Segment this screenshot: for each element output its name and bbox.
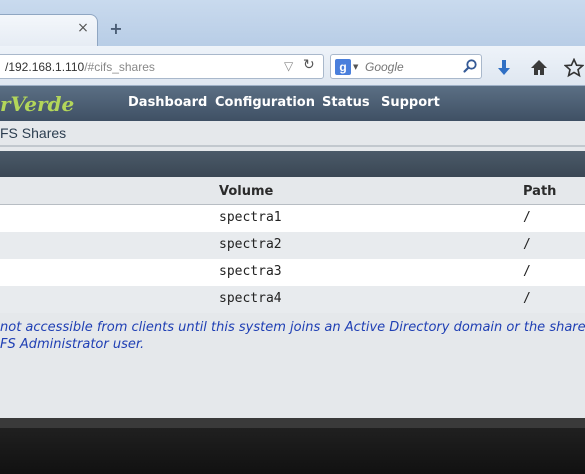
cell-volume: spectra3: [219, 264, 282, 279]
cell-volume: spectra4: [219, 291, 282, 306]
reload-icon[interactable]: ↻: [303, 57, 315, 73]
cell-path: /: [523, 291, 531, 306]
table-row[interactable]: spectra2 /: [0, 232, 585, 259]
new-tab-icon[interactable]: +: [108, 21, 124, 37]
bookmark-star-icon[interactable]: [564, 58, 584, 78]
cell-volume: spectra2: [219, 237, 282, 252]
home-icon[interactable]: [529, 58, 549, 78]
menu-configuration[interactable]: Configuration: [215, 95, 315, 110]
menu-dashboard[interactable]: Dashboard: [128, 95, 207, 110]
app-logo[interactable]: rVerde: [0, 92, 74, 116]
table-row[interactable]: spectra1 /: [0, 205, 585, 232]
table-row[interactable]: spectra4 /: [0, 286, 585, 313]
cell-path: /: [523, 237, 531, 252]
column-header-path[interactable]: Path: [523, 184, 556, 199]
address-bar[interactable]: /192.168.1.110/#cifs_shares ▽ ↻: [0, 54, 324, 79]
page-title: FS Shares: [0, 125, 67, 141]
divider: [0, 145, 585, 147]
url-path: /#cifs_shares: [84, 60, 155, 74]
search-bar[interactable]: g ▼ Google: [330, 54, 482, 79]
browser-nav-bar: /192.168.1.110/#cifs_shares ▽ ↻ g ▼ Goog…: [0, 46, 585, 86]
search-input[interactable]: Google: [365, 60, 404, 74]
cell-path: /: [523, 210, 531, 225]
cell-path: /: [523, 264, 531, 279]
dropdown-arrow-icon[interactable]: ▽: [284, 59, 293, 73]
page-footer: [0, 418, 585, 474]
download-icon[interactable]: [494, 58, 514, 78]
engine-dropdown-icon[interactable]: ▼: [353, 63, 358, 71]
search-icon[interactable]: [462, 58, 478, 74]
url-host: /192.168.1.110: [5, 60, 85, 74]
toolbar-bar: [0, 151, 585, 177]
menu-status[interactable]: Status: [322, 95, 370, 110]
table-header: Volume Path: [0, 177, 585, 205]
column-header-volume[interactable]: Volume: [219, 184, 273, 199]
info-note-line: FS Administrator user.: [0, 337, 145, 352]
google-icon[interactable]: g: [335, 59, 351, 75]
table-row[interactable]: spectra3 /: [0, 259, 585, 286]
app-header: rVerde Dashboard Configuration Status Su…: [0, 86, 585, 121]
menu-support[interactable]: Support: [381, 95, 440, 110]
url-text: /192.168.1.110/#cifs_shares: [5, 60, 155, 74]
page-content: FS Shares Volume Path spectra1 / spectra…: [0, 121, 585, 418]
info-note: not accessible from clients until this s…: [0, 319, 585, 353]
cell-volume: spectra1: [219, 210, 282, 225]
info-note-line: not accessible from clients until this s…: [0, 320, 585, 335]
tab-close-icon[interactable]: ×: [76, 21, 90, 35]
browser-tab-strip: × +: [0, 0, 585, 46]
